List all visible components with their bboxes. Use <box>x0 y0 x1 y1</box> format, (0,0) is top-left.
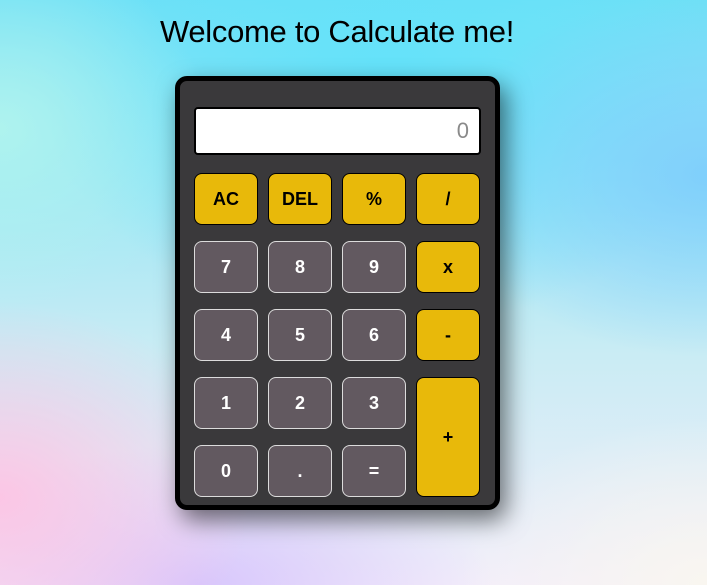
calculator: AC DEL % / 7 8 9 x 4 5 6 - 1 2 3 + 0 . = <box>175 76 500 510</box>
digit-5-button[interactable]: 5 <box>268 309 332 361</box>
digit-0-button[interactable]: 0 <box>194 445 258 497</box>
delete-button[interactable]: DEL <box>268 173 332 225</box>
digit-1-button[interactable]: 1 <box>194 377 258 429</box>
all-clear-button[interactable]: AC <box>194 173 258 225</box>
subtract-button[interactable]: - <box>416 309 480 361</box>
page-title: Welcome to Calculate me! <box>159 14 515 49</box>
add-button[interactable]: + <box>416 377 480 497</box>
digit-6-button[interactable]: 6 <box>342 309 406 361</box>
multiply-button[interactable]: x <box>416 241 480 293</box>
digit-2-button[interactable]: 2 <box>268 377 332 429</box>
digit-9-button[interactable]: 9 <box>342 241 406 293</box>
equals-button[interactable]: = <box>342 445 406 497</box>
digit-7-button[interactable]: 7 <box>194 241 258 293</box>
divide-button[interactable]: / <box>416 173 480 225</box>
digit-4-button[interactable]: 4 <box>194 309 258 361</box>
percent-button[interactable]: % <box>342 173 406 225</box>
decimal-button[interactable]: . <box>268 445 332 497</box>
digit-8-button[interactable]: 8 <box>268 241 332 293</box>
digit-3-button[interactable]: 3 <box>342 377 406 429</box>
calculator-display[interactable] <box>194 107 481 155</box>
